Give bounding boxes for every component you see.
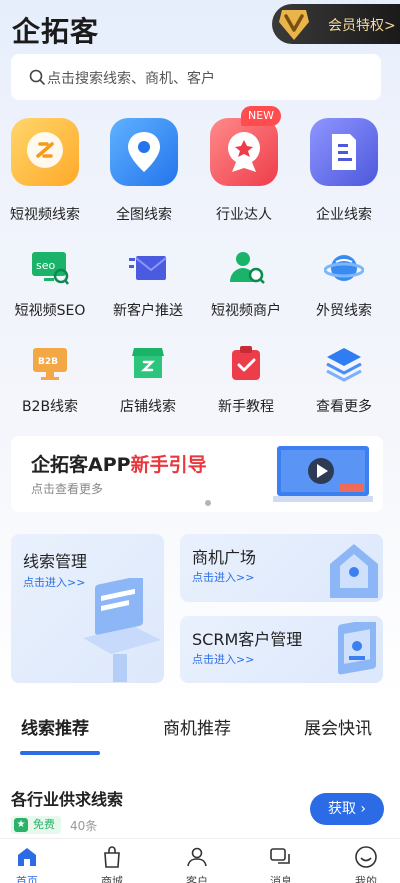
search-icon (29, 69, 45, 85)
tabbar-label: 商城 (101, 875, 123, 883)
tabbar-messages[interactable]: 消息 (241, 839, 321, 883)
tool-label: 新手教程 (218, 399, 274, 415)
tool-short-video-merchants[interactable]: 短视频商户 (198, 248, 294, 320)
guide-banner[interactable]: 企拓客APP新手引导 点击查看更多 (11, 436, 383, 512)
clipboard-check-icon (232, 346, 260, 380)
tool-label: 查看更多 (316, 399, 372, 415)
expert-medal-icon (210, 118, 278, 186)
contact-card-illustration (338, 622, 376, 675)
search-bar[interactable]: 点击搜索线索、商机、客户 (11, 54, 381, 100)
new-badge: NEW (241, 106, 281, 126)
video-monitor-illustration (273, 446, 373, 502)
banner-title-prefix: 企拓客APP (31, 454, 131, 476)
home-icon (18, 848, 36, 866)
get-leads-button[interactable]: 获取 › (310, 793, 384, 825)
feature-label: 行业达人 (216, 207, 272, 223)
house-illustration (330, 544, 378, 598)
b2b-monitor-icon: B2B (33, 348, 67, 380)
svg-text:seo: seo (36, 259, 55, 272)
tool-view-more[interactable]: 查看更多 (296, 344, 392, 416)
customer-icon (187, 847, 207, 867)
smiley-icon (355, 846, 377, 868)
tool-label: 新客户推送 (113, 303, 183, 319)
lead-count: 40条 (70, 819, 98, 833)
tool-label: B2B线索 (21, 399, 79, 415)
layers-icon (326, 348, 362, 382)
star-icon: ★ (14, 818, 28, 832)
tool-b2b-leads[interactable]: B2B B2B线索 (2, 344, 98, 416)
chat-bubbles-icon (270, 848, 290, 864)
tool-label: 外贸线索 (316, 303, 372, 319)
tool-foreign-trade-leads[interactable]: 外贸线索 (296, 248, 392, 320)
tabbar-mall[interactable]: 商城 (72, 839, 152, 883)
header: 企拓客 会员特权> (0, 0, 400, 54)
feature-industry-experts[interactable]: 行业达人 (199, 118, 289, 228)
tabbar-label: 客户 (186, 875, 208, 883)
tabbar-label: 我的 (355, 875, 377, 883)
tool-new-customer-push[interactable]: 新客户推送 (100, 248, 196, 320)
app-logo: 企拓客 (12, 15, 100, 48)
tool-shop-leads[interactable]: 店铺线索 (100, 344, 196, 416)
tool-short-video-seo[interactable]: seo 短视频SEO (2, 248, 98, 320)
free-badge-label: 免费 (33, 818, 55, 831)
shop-icon (132, 348, 164, 378)
tab-lead-recommendations[interactable]: 线索推荐 (21, 714, 89, 739)
card-link: 点击进入>> (192, 653, 255, 666)
svg-text:B2B: B2B (38, 357, 58, 367)
tool-beginner-tutorial[interactable]: 新手教程 (198, 344, 294, 416)
tabbar-label: 消息 (270, 875, 292, 883)
feed-tabs: 线索推荐 商机推荐 展会快讯 (0, 704, 400, 755)
card-title: 商机广场 (192, 548, 257, 567)
card-opportunity-plaza[interactable]: 商机广场 点击进入>> (180, 534, 383, 602)
seo-monitor-icon: seo (32, 252, 69, 285)
building-icon (310, 118, 378, 186)
folder-stack-illustration (83, 578, 161, 682)
feed-item-title: 各行业供求线索 (11, 790, 124, 809)
card-title: SCRM客户管理 (192, 630, 303, 649)
feature-label: 短视频线索 (10, 207, 80, 223)
mail-icon (129, 256, 167, 280)
tabbar-home[interactable]: 首页 (0, 839, 67, 883)
feature-map-leads[interactable]: 全图线索 (99, 118, 189, 228)
vip-crown-icon (279, 10, 309, 40)
planet-icon (324, 255, 364, 281)
tabbar-label: 首页 (16, 875, 38, 883)
map-pin-icon (110, 118, 178, 186)
merchant-search-icon (230, 252, 265, 284)
tool-label: 短视频商户 (211, 303, 281, 319)
card-title: 线索管理 (23, 552, 88, 571)
bottom-tab-bar: 首页 商城 客户 消息 我的 (0, 838, 400, 883)
tool-label: 店铺线索 (120, 399, 176, 415)
tab-exhibition-news[interactable]: 展会快讯 (304, 714, 372, 739)
tool-label: 短视频SEO (14, 303, 86, 319)
carousel-dot[interactable] (205, 500, 211, 506)
search-placeholder: 点击搜索线索、商机、客户 (47, 71, 215, 87)
feature-enterprise-leads[interactable]: 企业线索 (299, 118, 389, 228)
banner-title: 企拓客APP新手引导 (31, 450, 207, 477)
active-tab-indicator (20, 751, 100, 755)
shopping-bag-icon (104, 846, 120, 868)
free-badge: ★ 免费 (11, 816, 61, 834)
feature-label: 企业线索 (316, 207, 372, 223)
vip-label: 会员特权> (328, 18, 396, 34)
banner-title-highlight: 新手引导 (130, 454, 207, 476)
feature-label: 全图线索 (116, 207, 172, 223)
card-link: 点击进入>> (192, 571, 255, 584)
short-video-icon (11, 118, 79, 186)
tabbar-customers[interactable]: 客户 (157, 839, 237, 883)
feature-short-video-leads[interactable]: 短视频线索 (0, 118, 90, 228)
tabbar-profile[interactable]: 我的 (326, 839, 400, 883)
banner-subtitle: 点击查看更多 (31, 482, 104, 496)
card-lead-management[interactable]: 线索管理 点击进入>> (11, 534, 164, 683)
vip-privilege-button[interactable]: 会员特权> (272, 4, 400, 44)
card-scrm-customer-management[interactable]: SCRM客户管理 点击进入>> (180, 616, 383, 683)
tab-opportunity-recommendations[interactable]: 商机推荐 (163, 714, 231, 739)
